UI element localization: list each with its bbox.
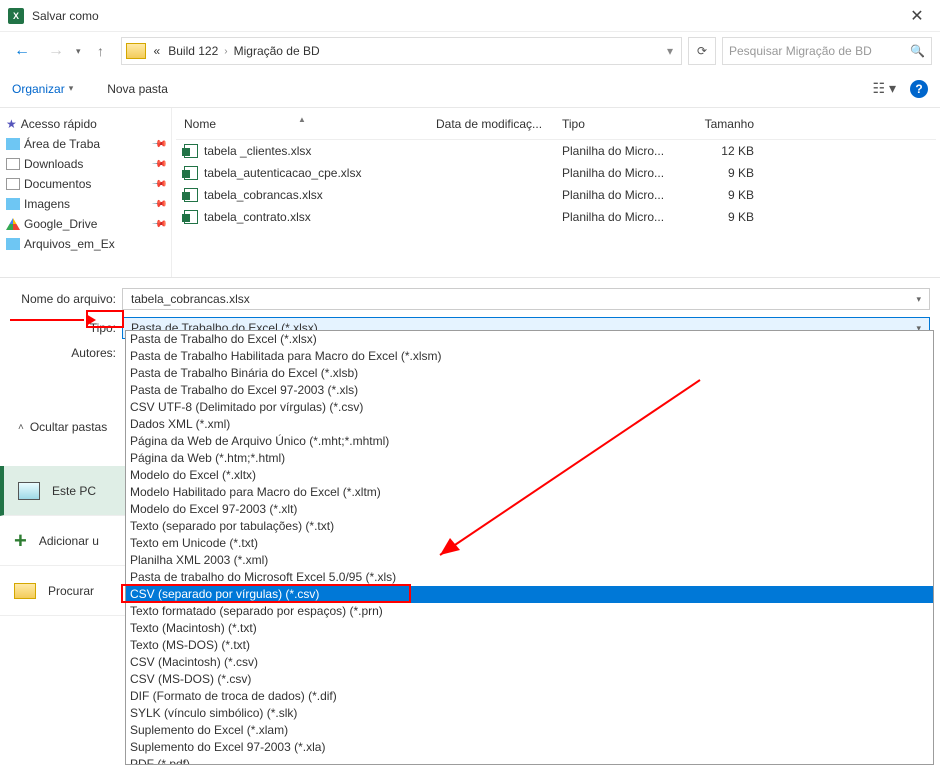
filetype-option[interactable]: Pasta de Trabalho do Excel 97-2003 (*.xl… (126, 382, 933, 399)
pin-icon: 📌 (150, 136, 167, 153)
folder-icon (6, 138, 20, 150)
breadcrumb[interactable]: « Build 122 › Migração de BD ▾ (121, 37, 682, 65)
excel-file-icon (184, 188, 198, 202)
filetype-option[interactable]: CSV (MS-DOS) (*.csv) (126, 671, 933, 688)
filetype-option[interactable]: CSV (separado por vírgulas) (*.csv) (126, 586, 933, 603)
breadcrumb-part[interactable]: Migração de BD (230, 44, 324, 58)
hide-folders-toggle[interactable]: ˄ Ocultar pastas (18, 420, 107, 434)
filetype-option[interactable]: Suplemento do Excel (*.xlam) (126, 722, 933, 739)
filetype-option[interactable]: Página da Web de Arquivo Único (*.mht;*.… (126, 433, 933, 450)
filename-input[interactable]: tabela_cobrancas.xlsx▾ (122, 288, 930, 310)
tree-item[interactable]: Imagens📌 (2, 194, 169, 214)
refresh-button[interactable]: ⟳ (688, 37, 716, 65)
filetype-option[interactable]: Pasta de Trabalho Habilitada para Macro … (126, 348, 933, 365)
filetype-option[interactable]: SYLK (vínculo simbólico) (*.slk) (126, 705, 933, 722)
filetype-option[interactable]: DIF (Formato de troca de dados) (*.dif) (126, 688, 933, 705)
col-name[interactable]: ▲Nome (176, 117, 428, 131)
tree-item[interactable]: Arquivos_em_Ex (2, 234, 169, 254)
filetype-option[interactable]: CSV (Macintosh) (*.csv) (126, 654, 933, 671)
file-row[interactable]: tabela_cobrancas.xlsxPlanilha do Micro..… (176, 184, 936, 206)
filetype-option[interactable]: Pasta de Trabalho Binária do Excel (*.xl… (126, 365, 933, 382)
file-row[interactable]: tabela_autenticacao_cpe.xlsxPlanilha do … (176, 162, 936, 184)
pin-icon: 📌 (150, 176, 167, 193)
folder-icon (14, 583, 36, 599)
add-location-item[interactable]: + Adicionar u (0, 516, 125, 566)
tree-item[interactable]: ★Acesso rápido (2, 114, 169, 134)
col-type[interactable]: Tipo (554, 117, 672, 131)
pin-icon: 📌 (150, 216, 167, 233)
tree-item[interactable]: Google_Drive📌 (2, 214, 169, 234)
tree-item[interactable]: Documentos📌 (2, 174, 169, 194)
filetype-option[interactable]: Modelo do Excel 97-2003 (*.xlt) (126, 501, 933, 518)
search-icon: 🔍 (910, 44, 925, 58)
filetype-option[interactable]: Página da Web (*.htm;*.html) (126, 450, 933, 467)
excel-file-icon (184, 166, 198, 180)
search-input[interactable]: Pesquisar Migração de BD 🔍 (722, 37, 932, 65)
star-icon: ★ (6, 117, 17, 131)
filetype-option[interactable]: Texto em Unicode (*.txt) (126, 535, 933, 552)
filetype-option[interactable]: Texto formatado (separado por espaços) (… (126, 603, 933, 620)
window-title: Salvar como (32, 9, 902, 23)
drive-icon (6, 218, 20, 230)
filetype-option[interactable]: Modelo Habilitado para Macro do Excel (*… (126, 484, 933, 501)
view-mode-button[interactable]: ☷ ▾ (873, 80, 896, 97)
folder-icon (126, 43, 146, 59)
excel-icon: X (8, 8, 24, 24)
image-icon (6, 198, 20, 210)
pin-icon: 📌 (150, 156, 167, 173)
filetype-option[interactable]: Pasta de trabalho do Microsoft Excel 5.0… (126, 569, 933, 586)
chevron-up-icon: ˄ (18, 422, 24, 433)
this-pc-item[interactable]: Este PC (0, 466, 125, 516)
col-size[interactable]: Tamanho (672, 117, 762, 131)
type-label: Tipo: (14, 321, 122, 335)
nav-history-dropdown[interactable]: ▾ (76, 46, 81, 57)
folder-icon (6, 238, 20, 250)
close-button[interactable]: ✕ (902, 6, 932, 26)
new-folder-button[interactable]: Nova pasta (107, 82, 168, 96)
filetype-option[interactable]: PDF (*.pdf) (126, 756, 933, 765)
authors-label: Autores: (14, 346, 122, 360)
back-button[interactable]: ← (8, 37, 36, 65)
file-row[interactable]: tabela _clientes.xlsxPlanilha do Micro..… (176, 140, 936, 162)
excel-file-icon (184, 210, 198, 224)
col-date[interactable]: Data de modificaç... (428, 117, 554, 131)
filetype-option[interactable]: Texto (separado por tabulações) (*.txt) (126, 518, 933, 535)
chevron-down-icon[interactable]: ▾ (916, 294, 921, 305)
download-icon (6, 158, 20, 170)
plus-icon: + (14, 528, 27, 554)
breadcrumb-dropdown[interactable]: ▾ (663, 44, 677, 58)
help-button[interactable]: ? (910, 80, 928, 98)
filetype-dropdown[interactable]: Pasta de Trabalho do Excel (*.xlsx)Pasta… (125, 330, 934, 765)
filename-label: Nome do arquivo: (14, 292, 122, 306)
nav-tree[interactable]: ★Acesso rápidoÁrea de Traba📌Downloads📌Do… (0, 108, 172, 277)
filetype-option[interactable]: Texto (Macintosh) (*.txt) (126, 620, 933, 637)
document-icon (6, 178, 20, 190)
breadcrumb-part[interactable]: Build 122 (164, 44, 222, 58)
filetype-option[interactable]: Suplemento do Excel 97-2003 (*.xla) (126, 739, 933, 756)
excel-file-icon (184, 144, 198, 158)
forward-button[interactable]: → (42, 37, 70, 65)
tree-item[interactable]: Downloads📌 (2, 154, 169, 174)
filetype-option[interactable]: Planilha XML 2003 (*.xml) (126, 552, 933, 569)
filetype-option[interactable]: Dados XML (*.xml) (126, 416, 933, 433)
browse-item[interactable]: Procurar (0, 566, 125, 616)
up-button[interactable]: ↑ (87, 37, 115, 65)
filetype-option[interactable]: Modelo do Excel (*.xltx) (126, 467, 933, 484)
filetype-option[interactable]: CSV UTF-8 (Delimitado por vírgulas) (*.c… (126, 399, 933, 416)
pc-icon (18, 482, 40, 500)
tree-item[interactable]: Área de Traba📌 (2, 134, 169, 154)
file-row[interactable]: tabela_contrato.xlsxPlanilha do Micro...… (176, 206, 936, 228)
pin-icon: 📌 (150, 196, 167, 213)
organize-menu[interactable]: Organizar▾ (12, 82, 73, 96)
filetype-option[interactable]: Pasta de Trabalho do Excel (*.xlsx) (126, 331, 933, 348)
filetype-option[interactable]: Texto (MS-DOS) (*.txt) (126, 637, 933, 654)
